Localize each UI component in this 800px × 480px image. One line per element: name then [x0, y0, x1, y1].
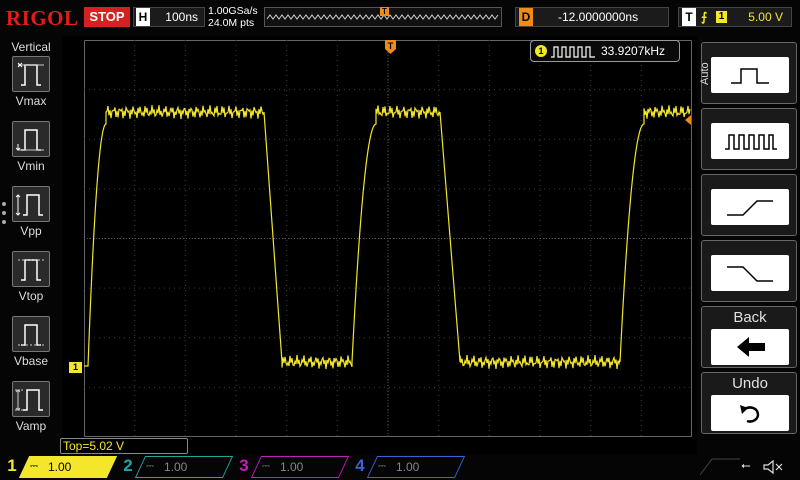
dc-coupling-icon: ⎓ — [262, 461, 270, 472]
usb-icon: ⭠ — [741, 458, 751, 472]
falling-edge-icon — [711, 255, 789, 291]
measurement-category: Vertical — [11, 40, 51, 54]
measure-vamp[interactable]: Vamp — [0, 381, 62, 443]
measure-vtop[interactable]: Vtop — [0, 251, 62, 313]
back-label: Back — [733, 309, 767, 326]
ch1-waveform — [84, 105, 691, 370]
ch1-trace — [84, 105, 691, 370]
timebase-value: 100ns — [165, 10, 198, 24]
horizontal-label: H — [136, 8, 150, 26]
channel-4-number: 4 — [355, 456, 365, 475]
measure-label: Vmin — [17, 159, 45, 173]
frequency-value: 33.9207kHz — [601, 44, 666, 58]
vamp-icon — [12, 381, 50, 417]
measure-label: Vtop — [18, 289, 44, 303]
memory-overview-bar[interactable]: T — [264, 7, 502, 27]
measure-label: Vpp — [20, 224, 42, 238]
waveform-display[interactable] — [84, 40, 692, 437]
dc-coupling-icon: ⎓ — [378, 461, 386, 472]
channel-3-scale: 1.00 V — [280, 460, 304, 474]
delay-label: D — [519, 8, 533, 26]
vpp-icon — [12, 186, 50, 222]
horizontal-delay[interactable]: D -12.0000000ns — [515, 7, 669, 27]
softkey-rising-edge[interactable] — [701, 174, 797, 236]
ch1-offset-marker[interactable]: 1 — [69, 362, 82, 373]
trigger-position-marker[interactable]: T — [385, 40, 396, 54]
undo-label: Undo — [732, 375, 768, 392]
vmin-icon — [12, 121, 50, 157]
svg-text:T: T — [388, 41, 394, 51]
single-pulse-icon — [711, 57, 789, 93]
run-stop-button[interactable]: STOP — [84, 7, 130, 27]
delay-value: -12.0000000ns — [558, 10, 639, 24]
rising-edge-icon: ⨍ — [701, 10, 708, 24]
measure-vmin[interactable]: Vmin — [0, 121, 62, 183]
status-slant-bar — [700, 458, 740, 476]
measure-label: Vbase — [13, 354, 49, 368]
undo-icon — [711, 395, 789, 431]
channel-1-number: 1 — [7, 456, 17, 475]
memory-depth: 24.0M pts — [208, 17, 255, 29]
menu-side-label: Auto — [699, 62, 711, 86]
trigger-level-marker[interactable] — [685, 115, 691, 125]
softkey-single-pulse[interactable]: Auto — [699, 42, 797, 104]
channel-status-bar: 1 ⎓ 1.00 V 2 ⎓ 1.00 V 3 ⎓ 1.00 V 4 ⎓ 1.0… — [0, 454, 800, 480]
speaker-icon[interactable] — [762, 458, 784, 476]
softkey-pulse-train[interactable] — [701, 108, 797, 170]
undo-button[interactable]: Undo — [701, 372, 797, 434]
sample-rate: 1.00GSa/s — [208, 5, 258, 17]
vtop-icon — [12, 251, 50, 287]
pulse-train-icon — [711, 123, 789, 159]
measure-label: Vamp — [15, 419, 47, 433]
square-wave-icon — [551, 46, 595, 58]
channel-2-scale: 1.00 V — [164, 460, 188, 474]
channel-3-number: 3 — [239, 456, 249, 475]
top-status-bar: RIGOL STOP H 100ns 1.00GSa/s 24.0M pts T… — [0, 0, 800, 36]
dc-coupling-icon: ⎓ — [146, 461, 154, 472]
vbase-icon — [12, 316, 50, 352]
softkey-falling-edge[interactable] — [701, 240, 797, 302]
measure-vbase[interactable]: Vbase — [0, 316, 62, 378]
measure-label: Vmax — [15, 94, 47, 108]
memory-trigger-marker: T — [380, 7, 389, 16]
channel-4-scale: 1.00 V — [396, 460, 420, 474]
horizontal-timebase[interactable]: H 100ns — [133, 7, 205, 27]
back-button[interactable]: Back — [701, 306, 797, 368]
rising-edge-icon — [711, 189, 789, 225]
measurement-panel: Vertical Vmax Vmin Vpp Vtop Vbase Vamp — [0, 36, 62, 454]
measure-vpp[interactable]: Vpp — [0, 186, 62, 248]
trigger-label: T — [682, 8, 696, 26]
channel-1-scale: 1.00 V — [48, 460, 72, 474]
dc-coupling-icon: ⎓ — [30, 461, 38, 472]
trigger-source: 1 — [716, 11, 727, 23]
channel-2-number: 2 — [123, 456, 133, 475]
measurement-result: Top=5.02 V — [60, 438, 188, 454]
trigger-settings[interactable]: T ⨍ 1 5.00 V — [678, 7, 792, 27]
trigger-level: 5.00 V — [748, 10, 783, 24]
measure-vmax[interactable]: Vmax — [0, 56, 62, 118]
softkey-menu: Auto Back Undo — [697, 36, 800, 454]
vmax-icon — [12, 56, 50, 92]
back-arrow-icon — [711, 329, 789, 365]
acquisition-info: 1.00GSa/s 24.0M pts — [208, 5, 258, 29]
brand-logo: RIGOL — [6, 6, 79, 30]
frequency-counter: 1 33.9207kHz — [530, 40, 680, 62]
counter-channel: 1 — [535, 45, 547, 57]
